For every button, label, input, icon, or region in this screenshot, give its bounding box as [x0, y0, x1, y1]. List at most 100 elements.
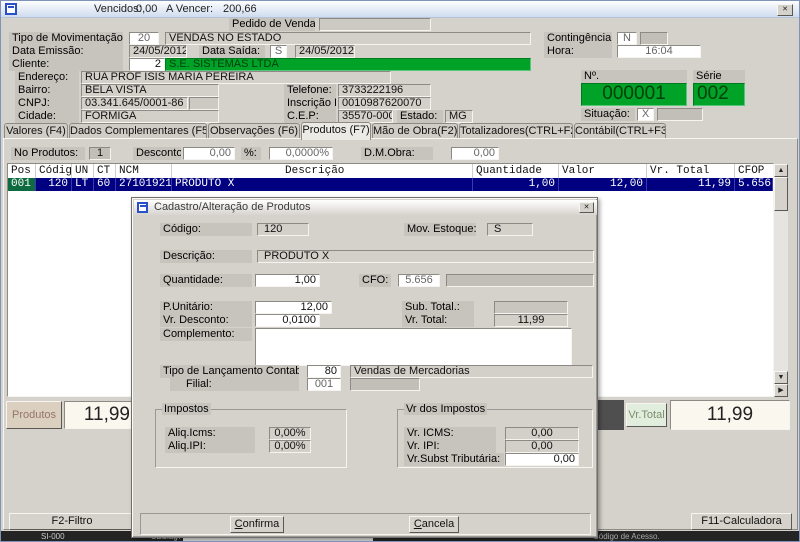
taskbar-right-text: Código de Acesso. [593, 531, 660, 542]
desconto-label: Desconto: [133, 147, 181, 160]
cliente-code[interactable]: 2 [129, 58, 165, 71]
cell-ct: 60 [94, 178, 116, 191]
endereco-value: RUA PROF ISIS MARIA PEREIRA [81, 71, 391, 84]
aliq-icms-label: Aliq.Icms: [165, 427, 255, 440]
vr-total-label: Vr. Total: [402, 314, 474, 327]
complemento-textarea[interactable] [255, 328, 572, 366]
data-saida-flag[interactable]: S [270, 45, 287, 58]
table-row[interactable]: 001 120 LT 60 27101921 PRODUTO X 1,00 12… [8, 178, 773, 191]
vr-ipi-label: Vr. IPI: [404, 440, 496, 453]
data-saida-value[interactable]: 24/05/2012 [295, 45, 355, 58]
cnpj-value: 03.341.645/0001-86 [81, 97, 188, 110]
taskbar-item-1[interactable]: SI-000 [41, 531, 65, 542]
table-vertical-scrollbar[interactable]: ▲ ▼ ▶ [774, 164, 788, 397]
form-title-field [319, 18, 431, 31]
estado-value: MG [445, 110, 473, 123]
data-saida-label: Data Saída: [199, 45, 265, 58]
cancela-button[interactable]: Cancela [409, 516, 459, 533]
tab-observacoes[interactable]: Observações (F6) [208, 123, 300, 139]
cidade-label: Cidade: [15, 110, 79, 123]
p-unitario-input[interactable]: 12,00 [255, 301, 332, 314]
produto-dialog-titlebar: Cadastro/Alteração de Produtos ✕ [134, 200, 597, 215]
tab-valores[interactable]: Valores (F4) [4, 123, 68, 139]
vrtotal-label: Vr.Total [626, 403, 667, 427]
cliente-label: Cliente: [9, 58, 123, 71]
situacao-extra-field [657, 108, 703, 121]
vr-desconto-input[interactable]: 0,0100 [255, 314, 320, 327]
produto-dialog: Cadastro/Alteração de Produtos ✕ Código:… [131, 197, 598, 538]
table-header-row: Pos Códig UN CT NCM Descrição Quantidade… [8, 164, 773, 178]
produtos-total-label: Produtos [6, 401, 62, 429]
tipo-movimentacao-descricao: VENDAS NO ESTADO [165, 32, 531, 45]
vr-subst-input[interactable]: 0,00 [505, 453, 579, 466]
cnpj-label: CNPJ: [15, 97, 79, 110]
col-valor: Valor [559, 164, 647, 178]
col-ncm: NCM [116, 164, 172, 178]
dialog-button-bar [140, 513, 591, 535]
form-title: Pedido de Venda: [229, 18, 315, 31]
situacao-value[interactable]: X [637, 108, 654, 121]
dmobra-label: D.M.Obra: [361, 147, 433, 160]
tipo-movimentacao-code[interactable]: 20 [129, 32, 159, 45]
col-vr-total: Vr. Total [647, 164, 735, 178]
cell-vr-total: 11,99 [647, 178, 735, 191]
f11-calculadora-button[interactable]: F11-Calculadora [691, 513, 792, 530]
scroll-thumb[interactable] [774, 177, 788, 211]
codigo-label: Código: [160, 223, 252, 236]
scroll-right-icon[interactable]: ▶ [774, 384, 788, 397]
f2-filtro-button[interactable]: F2-Filtro [9, 513, 135, 530]
quantidade-input[interactable]: 1,00 [255, 274, 320, 287]
col-cfop: CFOP [735, 164, 773, 178]
dmobra-input[interactable]: 0,00 [451, 147, 499, 160]
pedido-de-venda-window: Vencidos: 0,00 A Vencer: 200,66 ✕ Pedido… [0, 0, 800, 542]
no-produtos-label: No Produtos: [11, 147, 85, 160]
cnpj-extra-field [189, 97, 219, 110]
bairro-label: Bairro: [15, 84, 79, 97]
mov-estoque-label: Mov. Estoque: [404, 223, 476, 236]
vr-subst-label: Vr.Subst Tributária: [404, 453, 504, 466]
scroll-up-icon[interactable]: ▲ [774, 164, 788, 177]
vr-ipi-value: 0,00 [505, 440, 579, 453]
tab-dados-complementares[interactable]: Dados Complementares (F5) [69, 123, 207, 139]
contingencia-value[interactable]: N [617, 32, 637, 45]
contingencia-label: Contingência: [544, 32, 612, 45]
col-quantidade: Quantidade [473, 164, 559, 178]
tab-contabil[interactable]: Contábil(CTRL+F3) [574, 123, 666, 139]
tab-produtos[interactable]: Produtos (F7) [301, 122, 371, 140]
hora-value[interactable]: 16:04 [617, 45, 701, 58]
percent-label: %: [241, 147, 261, 160]
tab-mao-de-obra[interactable]: Mão de Obra(F2) [372, 123, 458, 139]
sub-total-value [494, 301, 568, 314]
p-unitario-label: P.Unitário: [160, 301, 252, 314]
vencidos-value: 0,00 [136, 3, 157, 15]
telefone-value: 3733222196 [338, 84, 431, 97]
tab-totalizadores[interactable]: Totalizadores(CTRL+F2) [459, 123, 573, 139]
scroll-down-icon[interactable]: ▼ [774, 371, 788, 384]
descricao-label: Descrição: [160, 250, 252, 263]
aliq-ipi-label: Aliq.IPI: [165, 440, 255, 453]
serie-label: Série [693, 70, 745, 83]
filial-value: 001 [307, 378, 341, 391]
inscricao-value: 0010987620070 [338, 97, 431, 110]
desconto-input[interactable]: 0,00 [183, 147, 235, 160]
telefone-label: Telefone: [284, 84, 336, 97]
data-emissao-value[interactable]: 24/05/2012 [129, 45, 187, 58]
cell-codigo: 120 [36, 178, 72, 191]
dialog-close-icon[interactable]: ✕ [579, 202, 594, 213]
vr-icms-label: Vr. ICMS: [404, 427, 496, 440]
cell-valor: 12,00 [559, 178, 647, 191]
data-emissao-label: Data Emissão: [9, 45, 123, 58]
estado-label: Estado: [397, 110, 443, 123]
percent-input[interactable]: 0,0000% [269, 147, 333, 160]
tipo-lancamento-code[interactable]: 80 [307, 365, 341, 378]
no-produtos-value: 1 [89, 147, 111, 160]
bairro-value: BELA VISTA [81, 84, 219, 97]
window-close-icon[interactable]: ✕ [777, 4, 793, 16]
cell-un: LT [72, 178, 94, 191]
confirma-button[interactable]: Confirma [230, 516, 284, 533]
app-icon [5, 3, 17, 15]
tipo-lancamento-label: Tipo de Lançamento Contabil: [160, 365, 299, 378]
col-ct: CT [94, 164, 116, 178]
descricao-value: PRODUTO X [257, 250, 594, 263]
cidade-value: FORMIGA [81, 110, 219, 123]
